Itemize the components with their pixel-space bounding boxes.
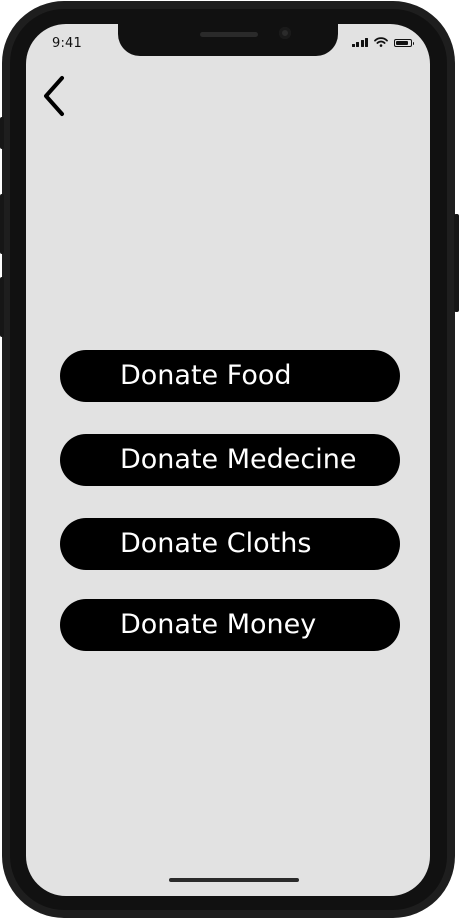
volume-down-button	[0, 277, 4, 337]
chevron-left-icon	[44, 76, 64, 116]
earpiece-speaker	[200, 32, 258, 37]
notch	[118, 24, 338, 56]
status-icons	[351, 37, 414, 47]
back-button[interactable]	[40, 74, 72, 118]
cellular-signal-icon	[351, 37, 368, 47]
wifi-icon	[374, 37, 388, 47]
mute-switch	[0, 117, 4, 149]
home-indicator[interactable]	[169, 878, 299, 882]
donate-money-button[interactable]: Donate Money	[60, 599, 400, 651]
screen: 9:41 Donate Food Donate Medecine Donate …	[26, 24, 430, 896]
power-button	[454, 214, 459, 312]
front-camera	[279, 27, 291, 39]
donate-food-button[interactable]: Donate Food	[60, 350, 400, 402]
volume-up-button	[0, 194, 4, 254]
status-time: 9:41	[52, 36, 82, 51]
battery-level	[396, 41, 408, 45]
battery-icon	[394, 39, 414, 47]
donate-medecine-button[interactable]: Donate Medecine	[60, 434, 400, 486]
donate-cloths-button[interactable]: Donate Cloths	[60, 518, 400, 570]
